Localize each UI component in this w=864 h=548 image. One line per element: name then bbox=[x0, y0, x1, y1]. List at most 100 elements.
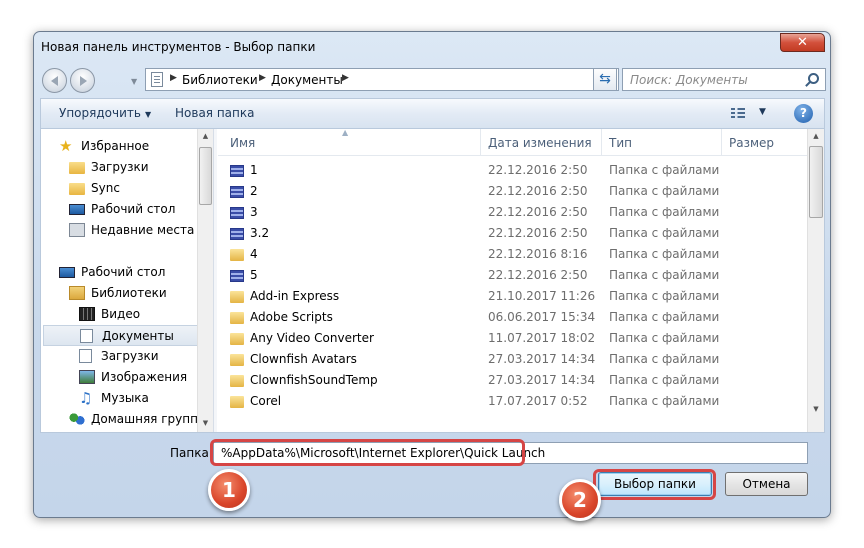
step-badge-2: 2 bbox=[559, 479, 601, 521]
forward-arrow-icon[interactable] bbox=[70, 68, 95, 93]
file-date: 22.12.2016 2:50 bbox=[488, 268, 588, 282]
column-date[interactable]: Дата изменения bbox=[488, 136, 592, 150]
search-input[interactable]: Поиск: Документы bbox=[622, 68, 826, 91]
file-type: Папка с файлами bbox=[609, 247, 720, 261]
nav-pane-scrollbar[interactable]: ▲ ▼ bbox=[197, 129, 213, 432]
nav-scroll-thumb[interactable] bbox=[199, 147, 212, 205]
nav-item-label: Музыка bbox=[101, 391, 149, 405]
nav-item-pictures[interactable]: Изображения bbox=[79, 367, 209, 388]
scroll-up-icon[interactable]: ▲ bbox=[808, 132, 824, 140]
file-date: 22.12.2016 2:50 bbox=[488, 205, 588, 219]
file-date: 22.12.2016 2:50 bbox=[488, 184, 588, 198]
table-row[interactable]: 2 22.12.2016 2:50 Папка с файлами bbox=[218, 181, 803, 202]
table-row[interactable]: Any Video Converter 11.07.2017 18:02 Пап… bbox=[218, 328, 803, 349]
nav-item-documents[interactable]: Документы bbox=[43, 325, 209, 346]
file-type: Папка с файлами bbox=[609, 352, 720, 366]
address-bar[interactable]: ▶ Библиотеки ▶ Документы ▶ ▼ bbox=[145, 68, 619, 91]
nav-item-label: Избранное bbox=[81, 139, 150, 153]
view-dropdown-icon[interactable]: ▼ bbox=[759, 107, 766, 117]
nav-item-label: Изображения bbox=[101, 370, 188, 384]
pane-splitter[interactable] bbox=[213, 129, 217, 432]
table-row[interactable]: 3 22.12.2016 2:50 Папка с файлами bbox=[218, 202, 803, 223]
recent-pages-dropdown-icon[interactable]: ▼ bbox=[131, 77, 137, 86]
column-divider[interactable] bbox=[480, 129, 481, 156]
nav-item-favorites[interactable]: ★ Избранное bbox=[59, 136, 209, 157]
breadcrumb-documents[interactable]: Документы bbox=[271, 73, 343, 87]
file-date: 22.12.2016 2:50 bbox=[488, 226, 588, 240]
back-arrow-icon[interactable] bbox=[42, 68, 67, 93]
table-row[interactable]: 4 22.12.2016 8:16 Папка с файлами bbox=[218, 244, 803, 265]
nav-item-libraries[interactable]: Библиотеки bbox=[69, 283, 209, 304]
music-library-icon: ♫ bbox=[79, 389, 93, 407]
nav-item-music[interactable]: ♫ Музыка bbox=[79, 388, 209, 409]
browser-area: ★ Избранное Загрузки Sync Рабочий стол Н… bbox=[40, 128, 825, 433]
nav-item-downloads-lib[interactable]: Загрузки bbox=[79, 346, 209, 367]
column-size[interactable]: Размер bbox=[729, 136, 774, 150]
pictures-library-icon bbox=[79, 370, 95, 384]
file-scroll-thumb[interactable] bbox=[809, 146, 823, 218]
column-headers: ▲ Имя Дата изменения Тип Размер bbox=[218, 128, 807, 156]
nav-item-recent-places[interactable]: Недавние места bbox=[69, 220, 209, 241]
command-toolbar: Упорядочить ▼ Новая папка ▼ ? bbox=[40, 98, 825, 129]
file-type: Папка с файлами bbox=[609, 163, 720, 177]
nav-item-homegroup[interactable]: Домашняя группа bbox=[69, 409, 209, 430]
table-row[interactable]: Corel 17.07.2017 0:52 Папка с файлами bbox=[218, 391, 803, 412]
breadcrumb-libraries[interactable]: Библиотеки bbox=[182, 73, 258, 87]
table-row[interactable]: 1 22.12.2016 2:50 Папка с файлами bbox=[218, 160, 803, 181]
folder-icon bbox=[230, 396, 244, 408]
nav-item-label: Рабочий стол bbox=[91, 202, 176, 216]
file-type: Папка с файлами bbox=[609, 226, 720, 240]
step-badge-1: 1 bbox=[208, 469, 250, 511]
breadcrumb-separator-icon[interactable]: ▶ bbox=[170, 73, 177, 83]
file-type: Папка с файлами bbox=[609, 373, 720, 387]
table-row[interactable]: ClownfishSoundTemp 27.03.2017 14:34 Папк… bbox=[218, 370, 803, 391]
nav-item-label: Домашняя группа bbox=[91, 412, 206, 426]
nav-item-downloads[interactable]: Загрузки bbox=[69, 157, 209, 178]
scroll-down-icon[interactable]: ▼ bbox=[198, 419, 213, 427]
nav-item-label: Рабочий стол bbox=[81, 265, 166, 279]
navigation-pane: ★ Избранное Загрузки Sync Рабочий стол Н… bbox=[41, 129, 213, 432]
nav-item-desktop[interactable]: Рабочий стол bbox=[59, 262, 209, 283]
search-icon[interactable] bbox=[808, 73, 819, 84]
breadcrumb-separator-icon[interactable]: ▶ bbox=[259, 73, 266, 83]
nav-item-desktop-fav[interactable]: Рабочий стол bbox=[69, 199, 209, 220]
table-row[interactable]: 3.2 22.12.2016 2:50 Папка с файлами bbox=[218, 223, 803, 244]
scroll-up-icon[interactable]: ▲ bbox=[198, 132, 213, 140]
cancel-button[interactable]: Отмена bbox=[725, 472, 808, 496]
refresh-icon[interactable]: ⇆ bbox=[593, 68, 617, 91]
file-name: ClownfishSoundTemp bbox=[250, 373, 378, 387]
nav-item-video[interactable]: Видео bbox=[79, 304, 209, 325]
folder-picker-dialog: Новая панель инструментов - Выбор папки … bbox=[33, 31, 831, 518]
file-list-scrollbar[interactable]: ▲ ▼ bbox=[807, 129, 824, 432]
folder-icon bbox=[230, 249, 244, 261]
stacked-folder-icon bbox=[230, 270, 244, 282]
new-folder-button[interactable]: Новая папка bbox=[175, 106, 254, 120]
close-button[interactable]: ✕ bbox=[780, 33, 825, 52]
libraries-icon bbox=[69, 286, 85, 300]
column-name[interactable]: Имя bbox=[230, 136, 255, 150]
organize-button[interactable]: Упорядочить ▼ bbox=[59, 106, 151, 120]
file-type: Папка с файлами bbox=[609, 310, 720, 324]
file-name: Corel bbox=[250, 394, 282, 408]
library-location-icon bbox=[151, 72, 163, 87]
file-date: 17.07.2017 0:52 bbox=[488, 394, 588, 408]
table-row[interactable]: 5 22.12.2016 2:50 Папка с файлами bbox=[218, 265, 803, 286]
file-name: Any Video Converter bbox=[250, 331, 374, 345]
breadcrumb-separator-icon[interactable]: ▶ bbox=[342, 73, 349, 83]
view-options-icon[interactable] bbox=[731, 108, 745, 120]
table-row[interactable]: Add-in Express 21.10.2017 11:26 Папка с … bbox=[218, 286, 803, 307]
help-icon[interactable]: ? bbox=[794, 104, 813, 123]
column-divider[interactable] bbox=[721, 129, 722, 156]
column-type[interactable]: Тип bbox=[609, 136, 632, 150]
nav-item-sync[interactable]: Sync bbox=[69, 178, 209, 199]
file-date: 21.10.2017 11:26 bbox=[488, 289, 596, 303]
video-library-icon bbox=[79, 307, 95, 321]
scroll-down-icon[interactable]: ▼ bbox=[808, 405, 824, 413]
table-row[interactable]: Clownfish Avatars 27.03.2017 14:34 Папка… bbox=[218, 349, 803, 370]
desktop-icon bbox=[59, 267, 75, 278]
file-date: 06.06.2017 15:34 bbox=[488, 310, 596, 324]
table-row[interactable]: Adobe Scripts 06.06.2017 15:34 Папка с ф… bbox=[218, 307, 803, 328]
star-icon: ★ bbox=[59, 137, 73, 155]
nav-item-label: Библиотеки bbox=[91, 286, 167, 300]
column-divider[interactable] bbox=[601, 129, 602, 156]
